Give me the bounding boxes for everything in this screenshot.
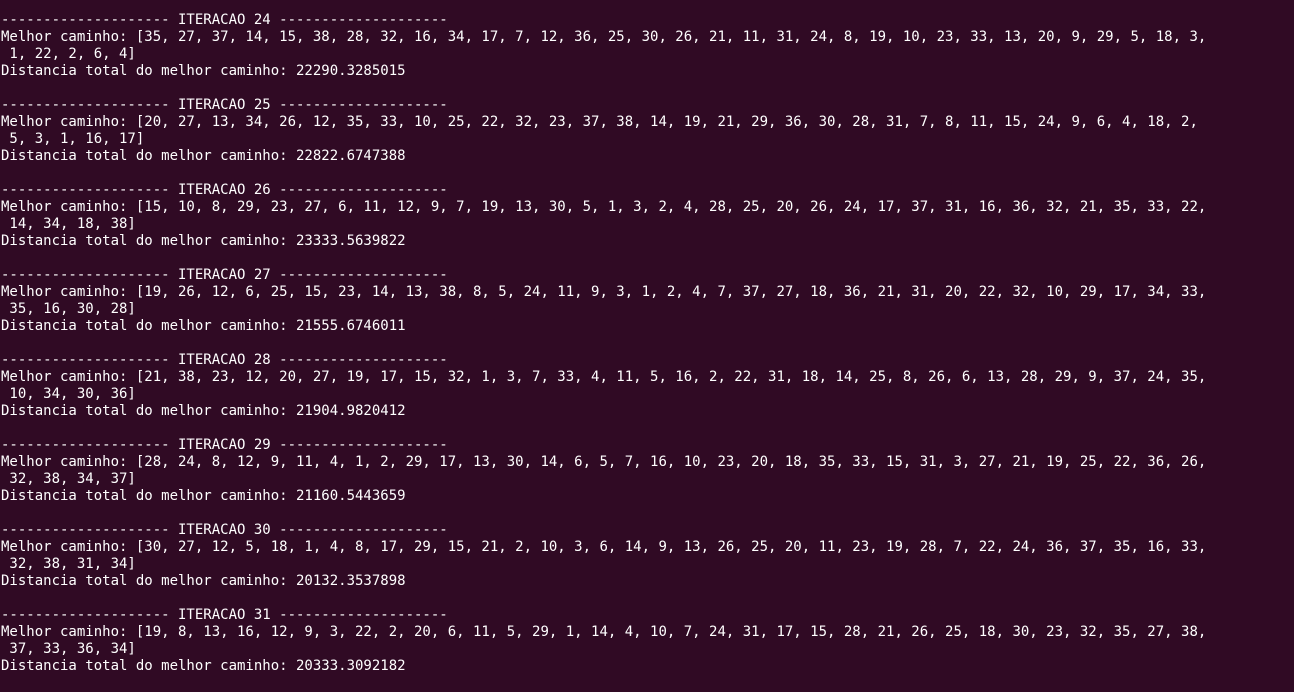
- best-path-line: Melhor caminho: [19, 8, 13, 16, 12, 9, 3…: [1, 624, 1207, 640]
- total-distance-line: Distancia total do melhor caminho: 22822…: [1, 148, 406, 164]
- best-path-continuation: 35, 16, 30, 28]: [1, 301, 136, 317]
- iteration-header: -------------------- ITERACAO 30 -------…: [1, 522, 448, 538]
- best-path-line: Melhor caminho: [21, 38, 23, 12, 20, 27,…: [1, 369, 1207, 385]
- best-path-continuation: 14, 34, 18, 38]: [1, 216, 136, 232]
- terminal-output[interactable]: -------------------- ITERACAO 24 -------…: [0, 0, 1294, 692]
- best-path-continuation: 10, 34, 30, 36]: [1, 386, 136, 402]
- iteration-block-27: -------------------- ITERACAO 27 -------…: [1, 267, 1294, 335]
- iteration-block-30: -------------------- ITERACAO 30 -------…: [1, 522, 1294, 590]
- iteration-block-26: -------------------- ITERACAO 26 -------…: [1, 182, 1294, 250]
- iteration-header: -------------------- ITERACAO 26 -------…: [1, 182, 448, 198]
- iteration-header: -------------------- ITERACAO 31 -------…: [1, 607, 448, 623]
- iteration-header: -------------------- ITERACAO 29 -------…: [1, 437, 448, 453]
- iteration-header: -------------------- ITERACAO 24 -------…: [1, 12, 448, 28]
- best-path-line: Melhor caminho: [20, 27, 13, 34, 26, 12,…: [1, 114, 1198, 130]
- best-path-continuation: 37, 33, 36, 34]: [1, 641, 136, 657]
- best-path-continuation: 1, 22, 2, 6, 4]: [1, 46, 136, 62]
- best-path-continuation: 32, 38, 34, 37]: [1, 471, 136, 487]
- iteration-header: -------------------- ITERACAO 28 -------…: [1, 352, 448, 368]
- iteration-block-25: -------------------- ITERACAO 25 -------…: [1, 97, 1294, 165]
- total-distance-line: Distancia total do melhor caminho: 23333…: [1, 233, 406, 249]
- total-distance-line: Distancia total do melhor caminho: 22290…: [1, 63, 406, 79]
- best-path-line: Melhor caminho: [28, 24, 8, 12, 9, 11, 4…: [1, 454, 1207, 470]
- total-distance-line: Distancia total do melhor caminho: 20333…: [1, 658, 406, 674]
- best-path-continuation: 32, 38, 31, 34]: [1, 556, 136, 572]
- iteration-block-28: -------------------- ITERACAO 28 -------…: [1, 352, 1294, 420]
- iteration-header: -------------------- ITERACAO 25 -------…: [1, 97, 448, 113]
- best-path-line: Melhor caminho: [35, 27, 37, 14, 15, 38,…: [1, 29, 1207, 45]
- iteration-block-29: -------------------- ITERACAO 29 -------…: [1, 437, 1294, 505]
- iteration-block-31: -------------------- ITERACAO 31 -------…: [1, 607, 1294, 675]
- iteration-block-24: -------------------- ITERACAO 24 -------…: [1, 12, 1294, 80]
- total-distance-line: Distancia total do melhor caminho: 21904…: [1, 403, 406, 419]
- total-distance-line: Distancia total do melhor caminho: 20132…: [1, 573, 406, 589]
- best-path-line: Melhor caminho: [30, 27, 12, 5, 18, 1, 4…: [1, 539, 1207, 555]
- total-distance-line: Distancia total do melhor caminho: 21160…: [1, 488, 406, 504]
- best-path-continuation: 5, 3, 1, 16, 17]: [1, 131, 145, 147]
- total-distance-line: Distancia total do melhor caminho: 21555…: [1, 318, 406, 334]
- best-path-line: Melhor caminho: [15, 10, 8, 29, 23, 27, …: [1, 199, 1207, 215]
- best-path-line: Melhor caminho: [19, 26, 12, 6, 25, 15, …: [1, 284, 1207, 300]
- iteration-header: -------------------- ITERACAO 27 -------…: [1, 267, 448, 283]
